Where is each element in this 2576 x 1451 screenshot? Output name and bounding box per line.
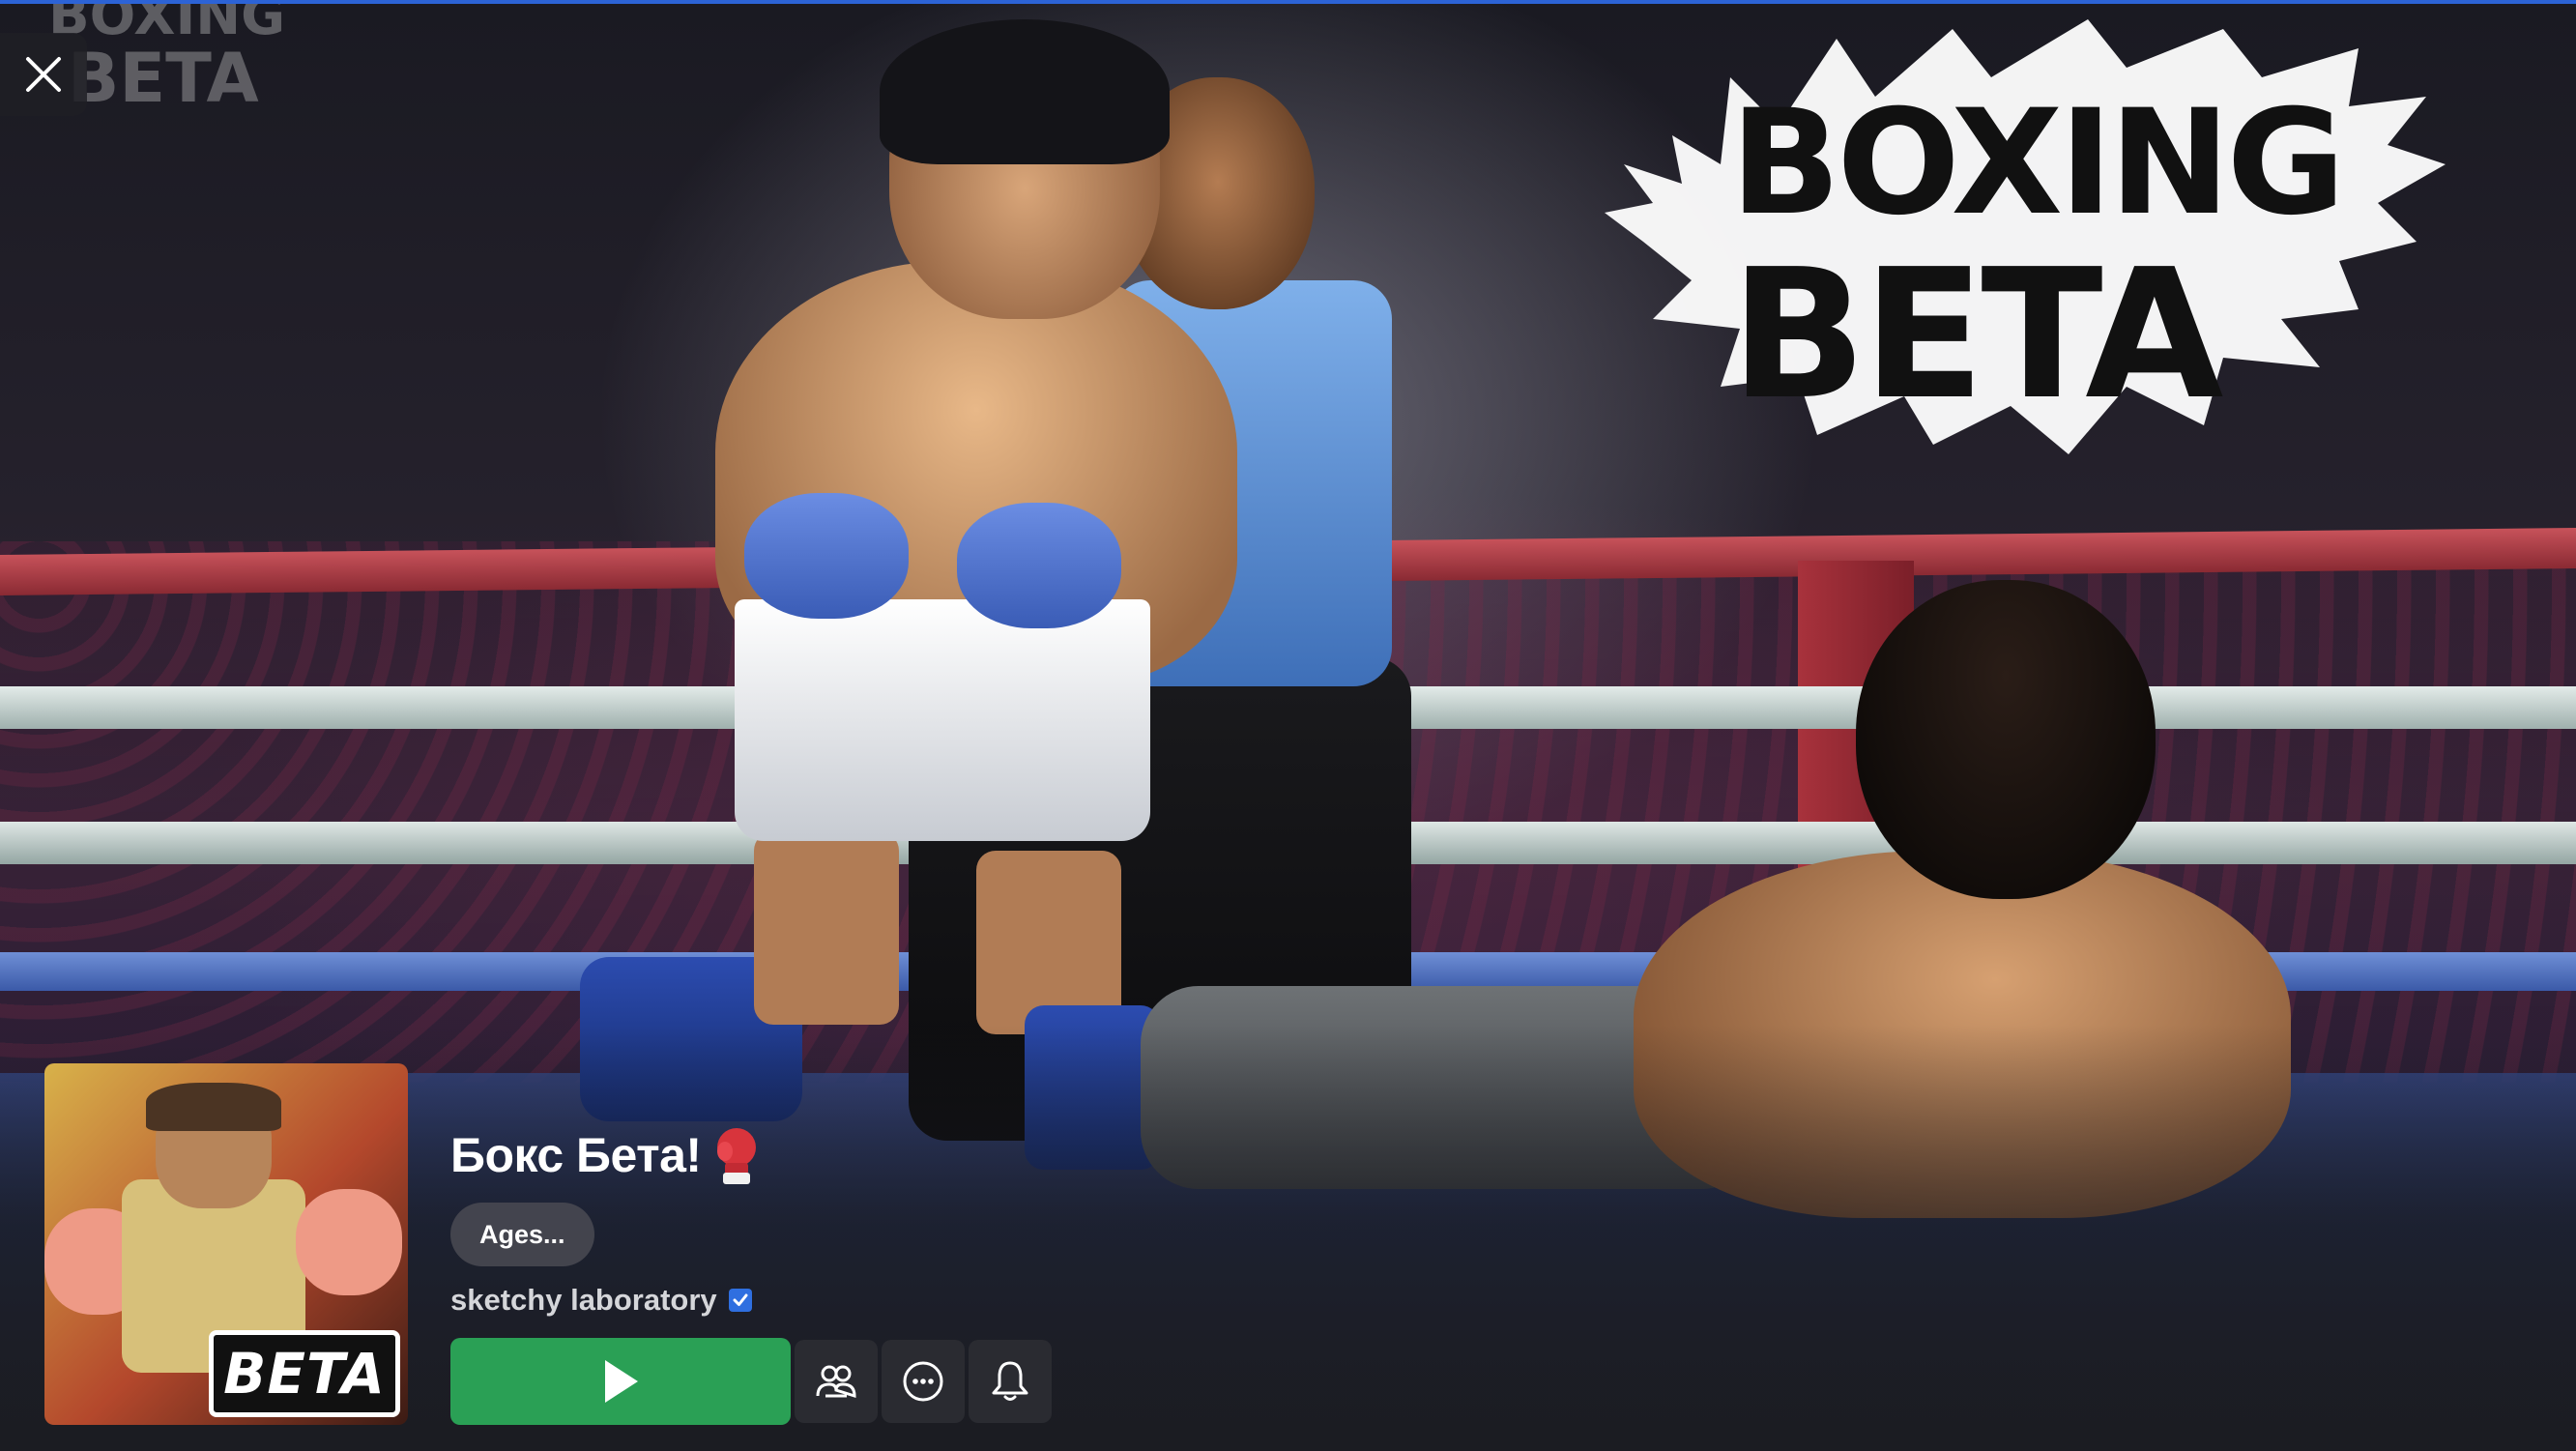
svg-text:BETA: BETA <box>68 39 259 118</box>
game-info: Бокс Бета! Ages... sketchy laboratory <box>450 1121 758 1324</box>
bell-icon <box>992 1361 1028 1401</box>
boxing-glove-icon <box>716 1128 756 1184</box>
thumbnail-avatar-cap <box>146 1083 281 1131</box>
play-icon <box>605 1360 638 1403</box>
creator-link[interactable]: sketchy laboratory <box>450 1283 717 1318</box>
action-bar <box>450 1338 1052 1425</box>
boxing-beta-logo: BOXING BETA <box>1605 19 2446 454</box>
title-row: Бокс Бета! <box>450 1121 758 1189</box>
play-button[interactable] <box>450 1338 791 1425</box>
referee-glove-right <box>957 503 1121 628</box>
boxer-hair <box>880 19 1170 164</box>
more-icon <box>903 1361 943 1402</box>
game-thumbnail: BETA <box>44 1063 408 1425</box>
top-accent-bar <box>0 0 2576 4</box>
svg-text:BETA: BETA <box>1730 230 2223 439</box>
close-button[interactable] <box>0 33 87 116</box>
knocked-down-boxer-head <box>1856 580 2156 899</box>
party-icon <box>816 1365 856 1399</box>
boxer-shorts <box>735 599 1150 841</box>
thumbnail-glove-right <box>296 1189 402 1295</box>
game-title: Бокс Бета! <box>450 1128 702 1182</box>
svg-text:BOXING: BOXING <box>1730 79 2342 247</box>
verified-badge-icon <box>728 1289 752 1312</box>
party-button[interactable] <box>795 1340 878 1423</box>
referee-glove-left <box>744 493 909 619</box>
age-rating-pill[interactable]: Ages... <box>450 1203 594 1266</box>
more-options-button[interactable] <box>882 1340 965 1423</box>
close-icon <box>26 57 61 92</box>
creator-row: sketchy laboratory <box>450 1276 758 1324</box>
thumbnail-beta-badge: BETA <box>209 1330 400 1417</box>
boxer-leg-left <box>754 831 899 1025</box>
notify-button[interactable] <box>969 1340 1052 1423</box>
game-details-screen: BOXING BETA BOXING BETA BETA Бокс Бета! <box>0 0 2576 1451</box>
